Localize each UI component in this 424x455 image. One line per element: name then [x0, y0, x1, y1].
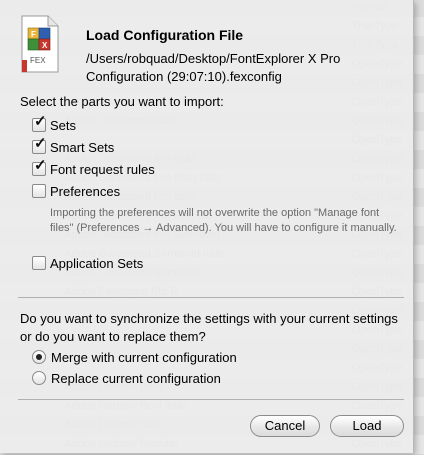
- checkmark-icon: ✓: [34, 157, 47, 174]
- svg-text:X: X: [42, 41, 48, 50]
- replace-label: Replace current configuration: [51, 370, 221, 386]
- font-request-rules-checkbox[interactable]: ✓: [32, 158, 47, 176]
- smart-sets-label: Smart Sets: [50, 139, 115, 155]
- preferences-checkbox[interactable]: [32, 184, 46, 198]
- dialog-title: Load Configuration File: [86, 27, 244, 43]
- load-configuration-sheet: F X FEX Load Configuration File /Users/r…: [0, 0, 414, 453]
- sets-checkbox[interactable]: ✓: [32, 114, 47, 132]
- radio-selected-dot: [36, 354, 42, 360]
- merge-option[interactable]: Merge with current configuration: [32, 348, 237, 366]
- divider: [18, 399, 404, 400]
- sets-option[interactable]: ✓ Sets: [32, 114, 77, 134]
- sets-label: Sets: [50, 117, 77, 133]
- checkmark-icon: ✓: [34, 135, 47, 152]
- application-sets-label: Application Sets: [50, 255, 144, 271]
- merge-label: Merge with current configuration: [51, 349, 237, 365]
- application-sets-option[interactable]: Application Sets: [32, 254, 143, 272]
- replace-radio[interactable]: [32, 371, 46, 385]
- application-sets-checkbox[interactable]: [32, 256, 46, 270]
- sync-question: Do you want to synchronize the settings …: [20, 311, 398, 344]
- svg-text:F: F: [31, 30, 36, 39]
- font-request-rules-option[interactable]: ✓ Font request rules: [32, 158, 155, 178]
- select-parts-label: Select the parts you want to import:: [20, 94, 224, 109]
- config-file-path: /Users/robquad/Desktop/FontExplorer X Pr…: [86, 51, 341, 84]
- font-request-rules-label: Font request rules: [50, 161, 155, 177]
- smart-sets-checkbox[interactable]: ✓: [32, 136, 47, 154]
- smart-sets-option[interactable]: ✓ Smart Sets: [32, 136, 115, 156]
- divider: [18, 297, 404, 298]
- load-button[interactable]: Load: [330, 415, 404, 437]
- cancel-button[interactable]: Cancel: [250, 415, 320, 437]
- replace-option[interactable]: Replace current configuration: [32, 369, 221, 387]
- preferences-hint: Importing the preferences will not overw…: [50, 207, 397, 234]
- preferences-option[interactable]: Preferences: [32, 182, 120, 200]
- fex-file-icon: F X FEX: [18, 10, 62, 80]
- file-icon-label: FEX: [30, 56, 46, 65]
- preferences-label: Preferences: [50, 183, 121, 199]
- merge-radio[interactable]: [32, 350, 46, 364]
- checkmark-icon: ✓: [34, 113, 47, 130]
